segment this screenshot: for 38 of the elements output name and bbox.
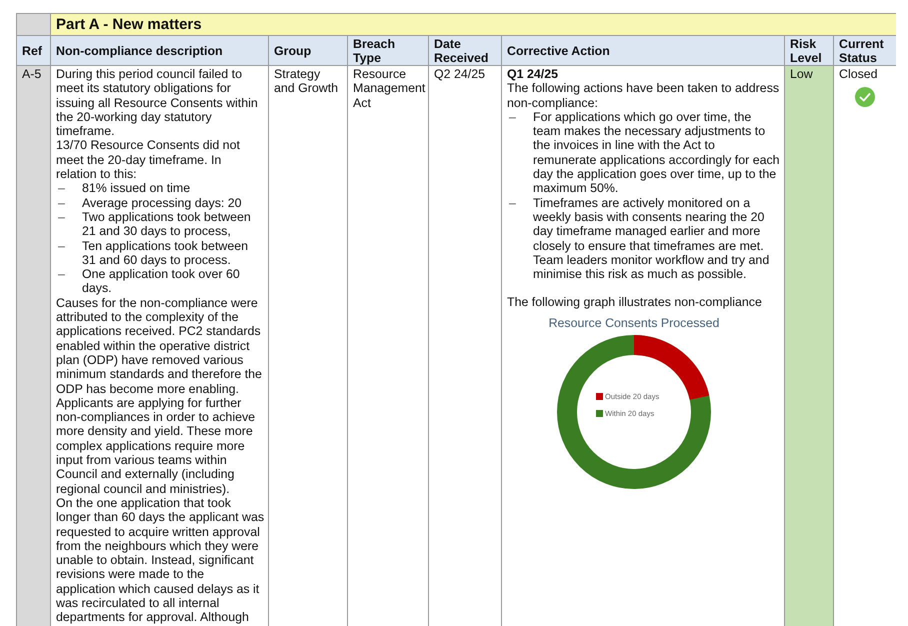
breach-type-text: Resource Management Act [353,67,425,110]
action-bullet-text: Timeframes are actively monitored on a weekly basis with consents nearing the 20 day timeframe managed earlier and more closely to ensure that timeframes are met. Team leaders monitor workflow and try and minimise this risk as much as possible. [533,196,770,282]
column-header: Ref [17,36,51,66]
column-header: Risk Level [785,36,834,66]
action-paragraph: The following graph illustrates non-compliance [507,295,763,310]
risk-level-text: Low [790,67,814,82]
status-text: Closed [839,67,879,82]
column-header: Non-compliance description [51,36,269,66]
column-header: Date Received [429,36,502,66]
check-icon [855,87,875,108]
column-header: Current Status [834,36,896,66]
action-heading: Q1 24/25 [507,67,559,82]
section-title: Part A - New matters [51,14,896,36]
dash-marker: – [58,267,66,284]
action-paragraph: The following actions have been taken to address non-compliance: [507,81,780,110]
description-paragraph: 13/70 Resource Consents did not meet the 20-day timeframe. In relation to this: [56,138,241,182]
dash-marker: – [58,238,66,255]
ref-text: A-5 [22,67,42,82]
dash-marker: – [58,210,66,226]
chart-title: Resource Consents Processed [548,316,720,330]
description-bullet-text: Two applications took between 21 and 30 days to process, [82,210,252,239]
description-bullet-text: Ten applications took between 31 and 60 days to process. [82,238,250,268]
description-paragraph: During this period council failed to meet its statutory obligations for issuing all Resource Consents within the 20-working day statutory timeframe. [56,67,259,138]
column-header: Corrective Action [502,36,785,66]
column-header: Breach Type [348,36,429,66]
action-bullet-text: For applications which go over time, the team makes the necessary adjustments to the invoices in line with the Act to remunerate applications accordingly for each day the application goes over time, up to the maximum 50%. [533,110,781,196]
dash-marker: – [58,181,66,196]
description-bullet-text: One application took over 60 days. [82,267,241,296]
column-header: Group [269,36,348,66]
group-text: Strategy and Growth [274,67,340,96]
dash-marker: – [509,196,517,212]
description-bullet-text: Average processing days: 20 [82,196,243,210]
description-paragraph: On the one application that took longer than 60 days the applicant was requested to acquire written approval from the neighbours which they were unable to obtain. Instead, significant revisions were made to the application which caused delays as it was recirculated to all internal departments for approval. Although [56,496,265,625]
description-bullet-text: 81% issued on time [82,181,192,196]
description-paragraph: Causes for the non-compliance were attributed to the complexity of the applications received. PC2 standards enabled within the operative district plan (ODP) have removed various minimum standards and therefore the ODP has become more enabling. Applicants are applying for further non-compliances in order to achieve more density and yield. These more complex applications require more input from various teams within Council and externally (including regional council and ministries). [56,296,263,496]
date-received-text: Q2 24/25 [434,67,486,82]
dash-marker: – [509,110,516,126]
dash-marker: – [58,196,66,210]
